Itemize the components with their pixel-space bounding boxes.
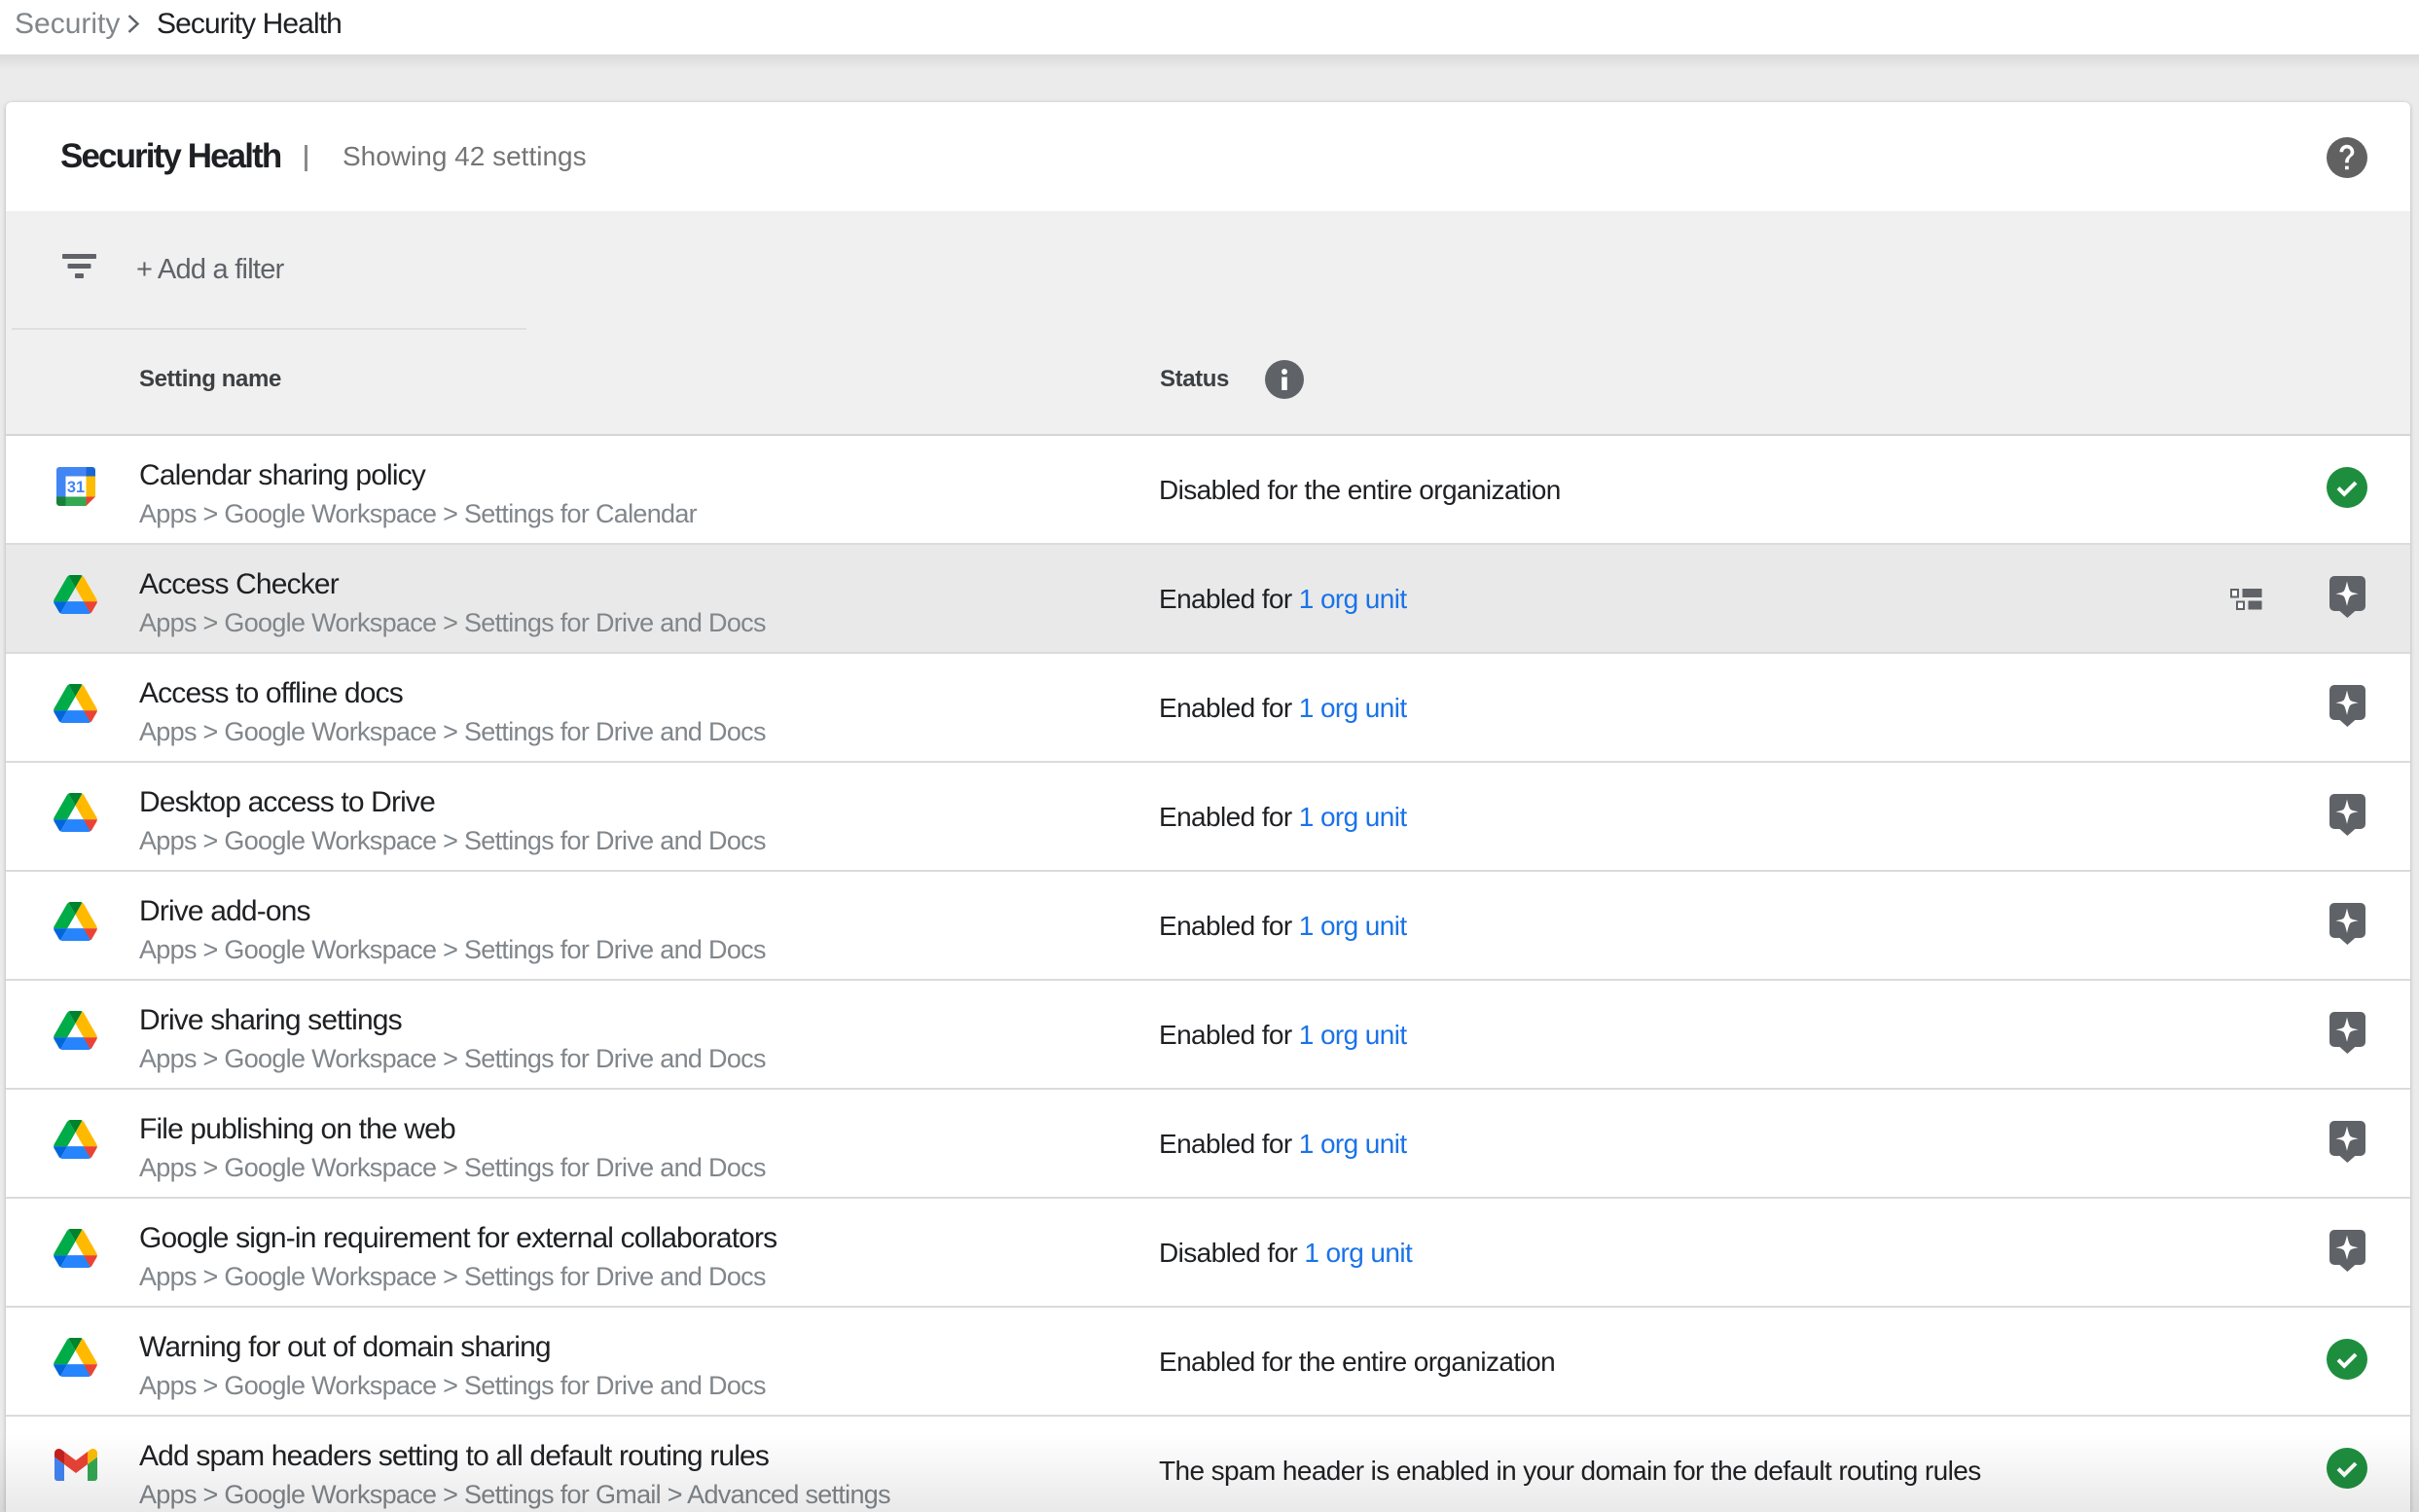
svg-text:31: 31	[67, 479, 85, 496]
